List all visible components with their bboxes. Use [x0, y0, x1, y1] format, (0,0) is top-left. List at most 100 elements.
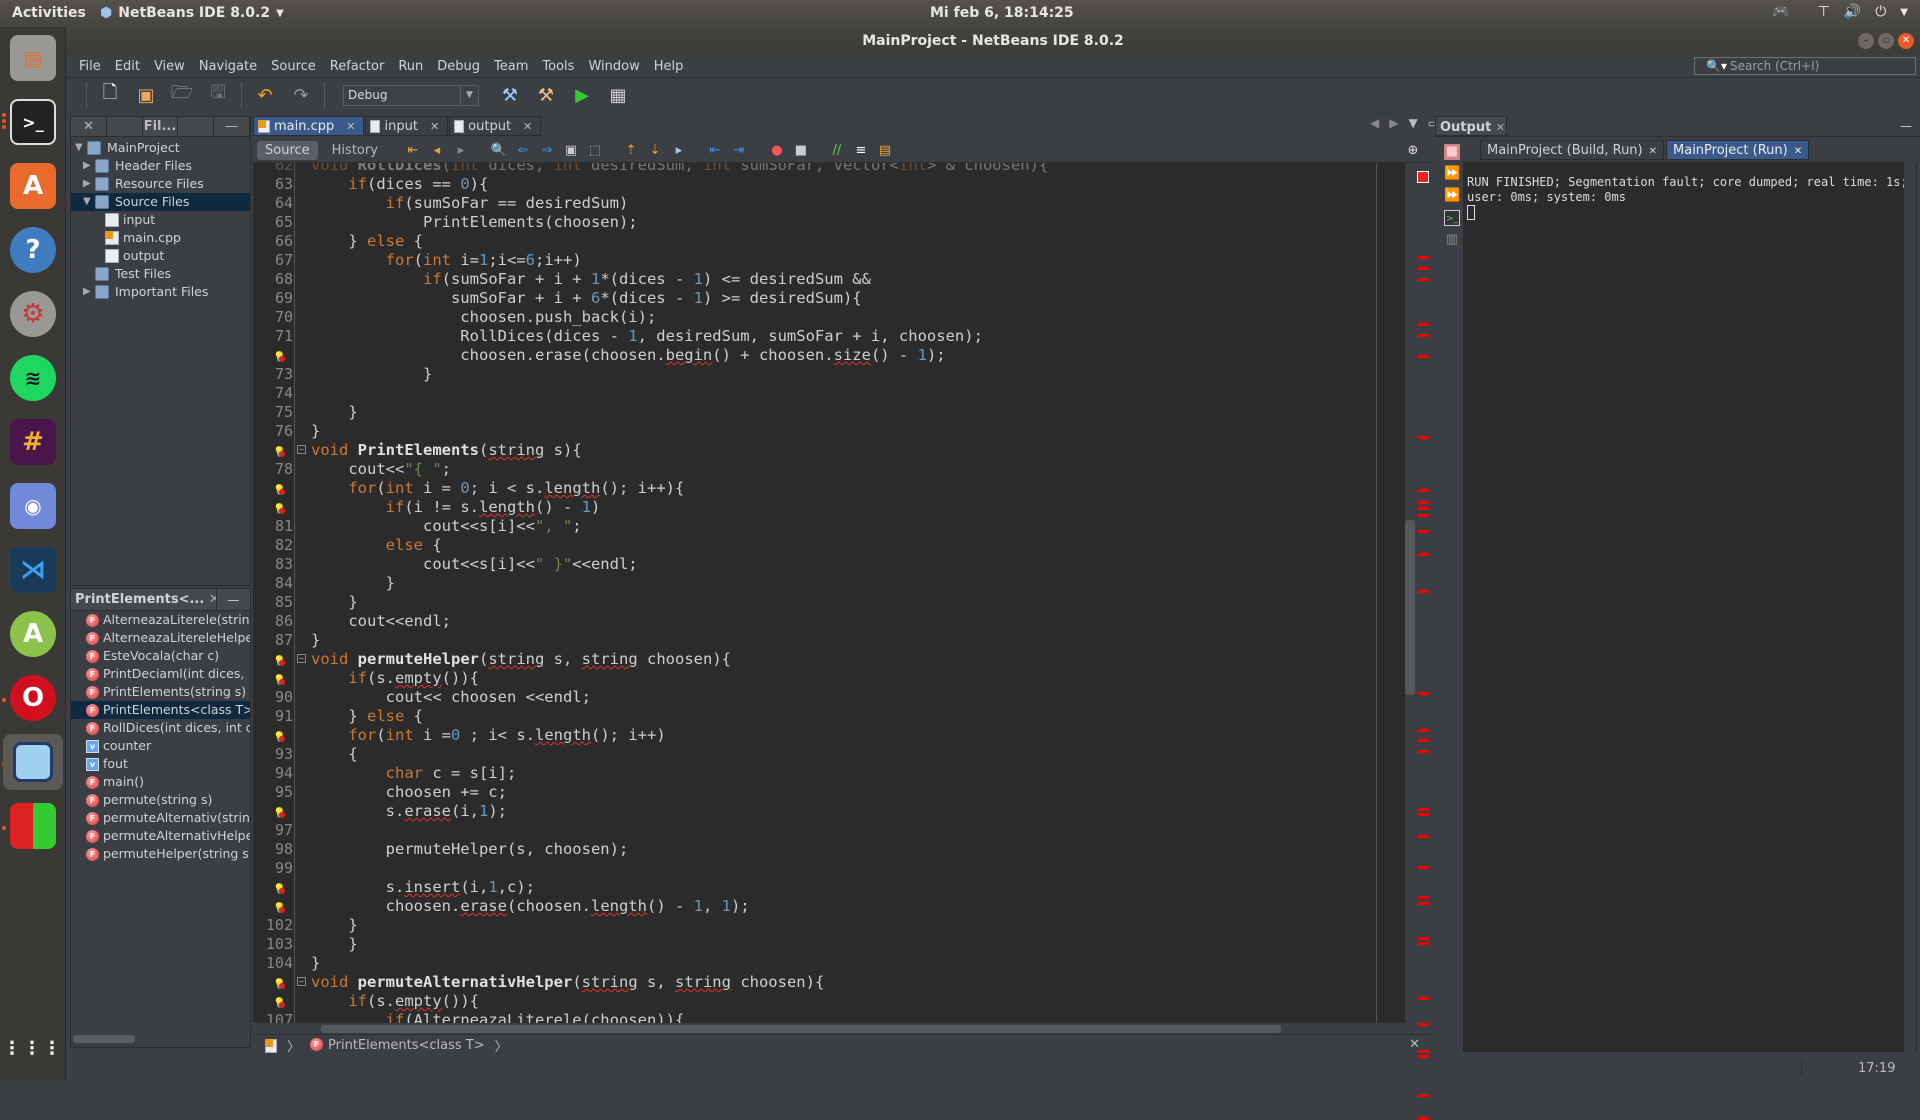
discord-icon[interactable]: 🎮	[1772, 4, 1789, 20]
code-line[interactable]: 💡 choosen.erase(choosen.begin() + choose…	[273, 346, 1411, 365]
line-number[interactable]: 67	[253, 251, 293, 270]
code-line[interactable]: 66 } else {	[275, 232, 1411, 251]
error-mark[interactable]	[1418, 896, 1429, 899]
navigator-item[interactable]: F PrintDeciaml(int dices,	[71, 665, 250, 683]
close-tab-icon[interactable]: ✕	[430, 120, 439, 133]
collapse-arrow-icon[interactable]: ▶	[83, 283, 91, 301]
code-line[interactable]: 90 cout<< choosen <<endl;	[275, 688, 1411, 707]
code-line[interactable]: 85 }	[275, 593, 1411, 612]
output-tab-run[interactable]: MainProject (Run) ✕	[1666, 140, 1810, 160]
error-hint-bulb-icon[interactable]: 💡	[273, 728, 285, 743]
slack-icon[interactable]: #	[10, 419, 56, 465]
line-number[interactable]: 87	[253, 631, 293, 650]
line-number[interactable]: 99	[253, 859, 293, 878]
netbeans-icon[interactable]	[3, 734, 63, 790]
terminal-icon[interactable]: >_	[1444, 210, 1460, 226]
line-number[interactable]: 107	[253, 1011, 293, 1023]
new-project-icon[interactable]: ▣	[133, 82, 159, 108]
error-hint-bulb-icon[interactable]: 💡	[273, 348, 285, 363]
close-tab-icon[interactable]: ✕	[523, 120, 532, 133]
error-mark[interactable]	[1418, 1023, 1429, 1026]
output-console[interactable]: RUN FINISHED; Segmentation fault; core d…	[1463, 162, 1917, 1052]
navigator-item[interactable]: FpermuteAlternativHelpe	[71, 827, 250, 845]
error-mark[interactable]	[1418, 267, 1429, 270]
navigator-tab[interactable]: PrintElements<... ✕	[71, 589, 217, 610]
code-line[interactable]: 💡 if(i != s.length() - 1)	[273, 498, 1411, 517]
tab-input[interactable]: input ✕	[365, 116, 449, 136]
chevron-right-icon[interactable]: 〉	[495, 1036, 508, 1055]
software-icon[interactable]: A	[10, 163, 56, 209]
forward-icon[interactable]: ▸	[452, 142, 470, 160]
rerun-icon[interactable]: ⏩	[1444, 166, 1460, 182]
code-line[interactable]: 93 {	[275, 745, 1411, 764]
error-mark[interactable]	[1418, 436, 1429, 439]
error-mark[interactable]	[1418, 997, 1429, 1000]
error-mark[interactable]	[1418, 692, 1429, 695]
line-number[interactable]: 65	[253, 213, 293, 232]
help-icon[interactable]: ?	[10, 227, 56, 273]
error-hint-bulb-icon[interactable]: 💡	[273, 804, 285, 819]
error-stripe[interactable]	[1405, 163, 1432, 1120]
code-editor[interactable]: 62 void RollDices(int dices, int desiredS…	[253, 163, 1432, 1023]
find-next-icon[interactable]: ⇒	[538, 142, 556, 160]
minimize-button[interactable]: –	[1858, 33, 1874, 49]
code-line[interactable]: 64 if(sumSoFar == desiredSum)	[275, 194, 1411, 213]
code-line[interactable]: 91 } else {	[275, 707, 1411, 726]
stop-icon[interactable]: ■	[1444, 144, 1460, 160]
history-view-button[interactable]: History	[324, 141, 386, 160]
uncomment-icon[interactable]: ≡	[852, 142, 870, 160]
fold-gutter[interactable]	[295, 163, 311, 1023]
error-mark[interactable]	[1418, 937, 1429, 940]
error-hint-bulb-icon[interactable]: 💡	[273, 652, 285, 667]
shift-right-icon[interactable]: ⇥	[730, 142, 748, 160]
volume-icon[interactable]: 🔊	[1844, 4, 1861, 20]
minimize-panel-icon[interactable]: —	[1507, 116, 1920, 136]
navigator-item[interactable]: F PrintElements<class T>	[71, 701, 250, 719]
code-line[interactable]: 97	[275, 821, 1411, 840]
code-line[interactable]: 94 char c = s[i];	[275, 764, 1411, 783]
caret-position[interactable]: 17:19	[1801, 1061, 1920, 1076]
maximize-button[interactable]: ▫	[1878, 33, 1894, 49]
run-icon[interactable]: ▶	[569, 82, 595, 108]
scroll-tabs-right-icon[interactable]: ▶	[1389, 116, 1398, 130]
activities-button[interactable]: Activities	[12, 5, 86, 21]
code-line[interactable]: 67 for(int i=1;i<=6;i++)	[275, 251, 1411, 270]
error-mark[interactable]	[1418, 256, 1429, 259]
tree-item-input[interactable]: input	[71, 211, 250, 229]
line-number[interactable]: 97	[253, 821, 293, 840]
navigator-item[interactable]: Fpermute(string s)	[71, 791, 250, 809]
error-mark[interactable]	[1418, 590, 1429, 593]
menu-navigate[interactable]: Navigate	[192, 59, 264, 74]
tab-main-cpp[interactable]: main.cpp ✕	[253, 116, 365, 136]
menu-view[interactable]: View	[147, 59, 192, 74]
code-line[interactable]: 74	[275, 384, 1411, 403]
code-line[interactable]: 87}	[275, 631, 1411, 650]
toggle-bookmark-icon[interactable]: ▸	[670, 142, 688, 160]
start-macro-icon[interactable]: ●	[768, 142, 786, 160]
expand-arrow-icon[interactable]: ▼	[75, 139, 83, 157]
undo-icon[interactable]: ↶	[252, 82, 278, 108]
fold-toggle-icon[interactable]: −	[297, 654, 306, 663]
error-mark[interactable]	[1418, 507, 1429, 510]
code-line[interactable]: 81 cout<<s[i]<<", ";	[275, 517, 1411, 536]
code-line[interactable]: 86 cout<<endl;	[275, 612, 1411, 631]
show-apps-icon[interactable]: ⋮⋮⋮	[3, 1025, 61, 1071]
code-line[interactable]: 102 }	[266, 916, 1411, 935]
redo-icon[interactable]: ↷	[288, 82, 314, 108]
navigator-item[interactable]: F PrintElements(string s)	[71, 683, 250, 701]
code-line[interactable]: 70 choosen.push_back(i);	[275, 308, 1411, 327]
fold-toggle-icon[interactable]: −	[297, 977, 306, 986]
line-number[interactable]: 76	[253, 422, 293, 441]
menu-run[interactable]: Run	[391, 59, 430, 74]
tab-output[interactable]: output ✕	[449, 116, 542, 136]
navigator-item[interactable]: F RollDices(int dices, int d	[71, 719, 250, 737]
code-line[interactable]: 💡 if(s.empty()){	[273, 669, 1411, 688]
line-number[interactable]: 103	[253, 935, 293, 954]
navigator-item[interactable]: F AlterneazaLiterele(strin	[71, 611, 250, 629]
find-previous-icon[interactable]: ⇐	[514, 142, 532, 160]
line-number[interactable]: 84	[253, 574, 293, 593]
search-input[interactable]: 🔍▾ Search (Ctrl+I)	[1694, 57, 1916, 75]
line-number[interactable]: 66	[253, 232, 293, 251]
error-hint-bulb-icon[interactable]: 💡	[273, 994, 285, 1009]
code-line[interactable]: 73 }	[275, 365, 1411, 384]
